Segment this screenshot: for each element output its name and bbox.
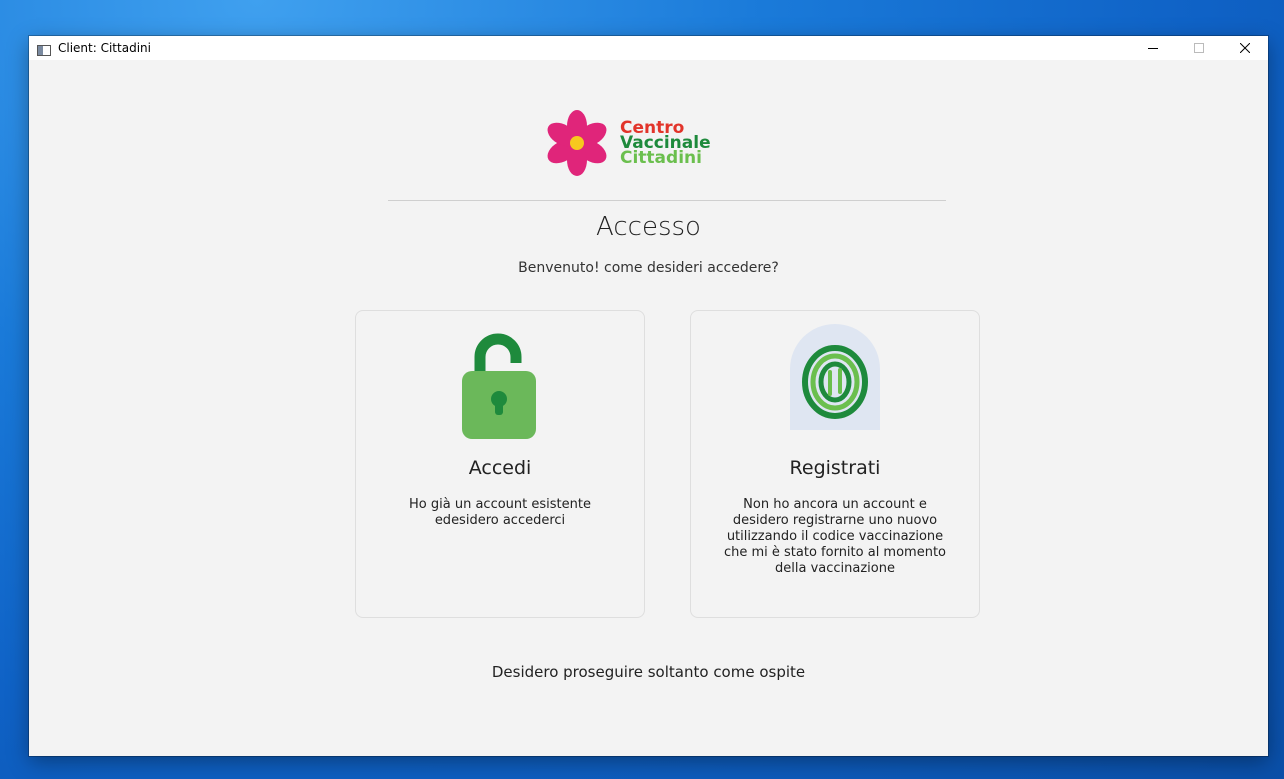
header-divider <box>388 200 946 201</box>
app-window-icon <box>37 43 51 56</box>
logo-text: Centro Vaccinale Cittadini <box>620 119 711 168</box>
maximize-icon <box>1194 43 1204 53</box>
window-title: Client: Cittadini <box>58 41 151 55</box>
main-content: Centro Vaccinale Cittadini Accesso Benve… <box>29 60 1268 756</box>
app-logo: Centro Vaccinale Cittadini <box>542 108 711 178</box>
guest-access-link[interactable]: Desidero proseguire soltanto come ospite <box>29 663 1268 681</box>
minimize-icon <box>1148 48 1158 49</box>
unlocked-padlock-icon <box>462 333 536 439</box>
login-card-description: Ho già un account esistente edesidero ac… <box>409 497 591 528</box>
login-card[interactable]: Accedi Ho già un account esistente edesi… <box>355 310 645 618</box>
window-controls <box>1130 36 1268 60</box>
page-subtitle: Benvenuto! come desideri accedere? <box>518 260 779 276</box>
page-title: Accesso <box>596 212 701 242</box>
title-bar[interactable]: Client: Cittadini <box>29 36 1268 60</box>
register-card[interactable]: Registrati Non ho ancora un account e de… <box>690 310 980 618</box>
logo-line-3: Cittadini <box>620 147 702 168</box>
register-card-title: Registrati <box>789 457 881 479</box>
maximize-button[interactable] <box>1176 36 1222 60</box>
app-window: Client: Cittadini Centro Vaccinale Citta… <box>29 36 1268 756</box>
login-card-title: Accedi <box>468 457 532 479</box>
flower-logo-icon <box>547 110 607 176</box>
fingerprint-icon <box>790 324 880 430</box>
close-icon <box>1240 43 1250 53</box>
close-button[interactable] <box>1222 36 1268 60</box>
minimize-button[interactable] <box>1130 36 1176 60</box>
register-card-description: Non ho ancora un account e desidero regi… <box>723 497 947 576</box>
